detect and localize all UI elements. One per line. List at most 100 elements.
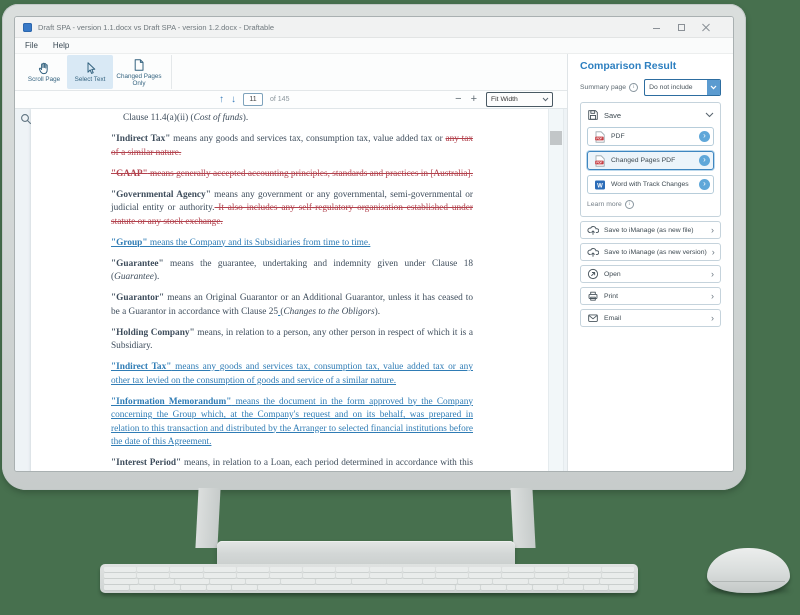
svg-text:W: W (597, 183, 603, 189)
keyboard-key (481, 585, 506, 590)
keyboard-key (469, 573, 501, 578)
paragraph: "Group" means the Company and its Subsid… (111, 237, 473, 251)
pdf-file-icon: PDF (594, 155, 606, 167)
keyboard-key (207, 585, 232, 590)
paragraph: "Guarantee" means the guarantee, underta… (111, 258, 473, 285)
paragraph: "Indirect Tax" means any goods and servi… (111, 133, 473, 160)
keyboard-key (436, 573, 468, 578)
save-changed-pages-pdf-button[interactable]: PDF Changed Pages PDF › (587, 151, 714, 170)
next-page-arrow-icon[interactable]: ↓ (231, 95, 236, 105)
maximize-icon[interactable] (677, 23, 686, 32)
menu-bar: File Help (15, 38, 733, 54)
word-file-icon: W (594, 179, 606, 191)
chevron-down-icon (705, 112, 714, 118)
menu-file[interactable]: File (25, 41, 38, 50)
keyboard-key (370, 567, 402, 572)
zoom-out-button[interactable]: − (455, 94, 461, 105)
zoom-in-button[interactable]: + (471, 94, 477, 105)
learn-more-link[interactable]: Learn more i (587, 200, 714, 209)
cloud-upload-icon (587, 224, 599, 236)
close-icon[interactable] (702, 23, 711, 32)
window-title: Draft SPA - version 1.1.docx vs Draft SP… (38, 23, 274, 32)
action-label: Save to iManage (as new version) (604, 249, 707, 256)
save-section-toggle[interactable]: Save (587, 108, 714, 122)
select-text-button[interactable]: Select Text (67, 55, 113, 89)
info-icon[interactable]: i (629, 83, 638, 92)
scroll-page-button[interactable]: Scroll Page (21, 55, 67, 89)
chevron-right-circle-icon[interactable]: › (699, 179, 710, 190)
keyboard (100, 564, 638, 593)
previous-page-arrow-icon[interactable]: ↑ (219, 95, 224, 105)
document-scrollbar[interactable] (548, 109, 564, 471)
chevron-right-icon: › (711, 270, 714, 279)
app-window: Draft SPA - version 1.1.docx vs Draft SP… (14, 16, 734, 472)
keyboard-key (104, 573, 136, 578)
keyboard-key (403, 573, 435, 578)
paragraph: Clause 11.4(a)(ii) (Cost of funds). (111, 112, 473, 126)
dropdown-caret-icon[interactable] (707, 80, 720, 95)
page-number-input[interactable] (243, 93, 263, 106)
save-pdf-button[interactable]: PDF PDF › (587, 127, 714, 146)
monitor-stand-leg (510, 488, 535, 548)
menu-help[interactable]: Help (53, 41, 69, 50)
monitor-stand-leg (195, 488, 220, 548)
keyboard-key (104, 567, 136, 572)
keyboard-key (139, 579, 173, 584)
mouse (707, 548, 790, 593)
zoom-level-dropdown[interactable]: Fit Width (486, 92, 553, 107)
email-button[interactable]: Email › (580, 309, 721, 327)
save-label: Save (604, 111, 700, 120)
cursor-icon (83, 61, 97, 75)
summary-page-dropdown[interactable]: Do not include (644, 79, 721, 96)
save-word-track-changes-button[interactable]: W Word with Track Changes › (587, 175, 714, 194)
print-button[interactable]: Print › (580, 287, 721, 305)
save-imanage-new-file-button[interactable]: Save to iManage (as new file) › (580, 221, 721, 239)
paragraph: "Interest Period" means, in relation to … (111, 457, 473, 471)
keyboard-key (155, 585, 180, 590)
keyboard-key (602, 567, 634, 572)
keyboard-key (181, 585, 206, 590)
keyboard-key (137, 573, 169, 578)
summary-page-value: Do not include (645, 84, 707, 91)
minimize-icon[interactable] (652, 23, 661, 32)
keyboard-key (436, 567, 468, 572)
learn-more-label: Learn more (587, 201, 622, 208)
keyboard-key (104, 579, 138, 584)
scrollbar-thumb[interactable] (550, 131, 562, 145)
chevron-right-circle-icon[interactable]: › (699, 131, 710, 142)
keyboard-key (270, 573, 302, 578)
panel-heading: Comparison Result (580, 60, 721, 72)
keyboard-key (493, 579, 527, 584)
keyboard-key (609, 585, 634, 590)
keyboard-key (232, 585, 257, 590)
keyboard-key (137, 567, 169, 572)
tool-label: Select Text (75, 76, 106, 83)
hand-icon (37, 61, 51, 75)
keyboard-key (370, 573, 402, 578)
document-page[interactable]: Clause 11.4(a)(ii) (Cost of funds). "Indi… (31, 109, 548, 471)
save-option-label: Changed Pages PDF (611, 157, 694, 164)
pdf-file-icon: PDF (594, 131, 606, 143)
changed-pages-only-button[interactable]: Changed Pages Only (113, 55, 165, 89)
paragraph: "Indirect Tax" means any goods and servi… (111, 361, 473, 388)
open-button[interactable]: Open › (580, 265, 721, 283)
document-viewer: Clause 11.4(a)(ii) (Cost of funds). "Indi… (15, 109, 567, 471)
info-icon: i (625, 200, 634, 209)
keyboard-key (237, 567, 269, 572)
keyboard-key (237, 573, 269, 578)
keyboard-key (316, 579, 350, 584)
save-option-label: Word with Track Changes (611, 181, 694, 188)
keyboard-key (569, 573, 601, 578)
chevron-right-circle-icon[interactable]: › (699, 155, 710, 166)
keyboard-key (533, 585, 558, 590)
chevron-right-icon: › (711, 292, 714, 301)
svg-text:PDF: PDF (596, 160, 602, 164)
changed-pages-icon (132, 58, 146, 72)
save-imanage-new-version-button[interactable]: Save to iManage (as new version) › (580, 243, 721, 261)
keyboard-key (303, 567, 335, 572)
chevron-right-icon: › (712, 248, 715, 257)
keyboard-key (456, 585, 481, 590)
keyboard-keys (104, 567, 634, 590)
keyboard-key (602, 573, 634, 578)
app-icon (23, 23, 32, 32)
